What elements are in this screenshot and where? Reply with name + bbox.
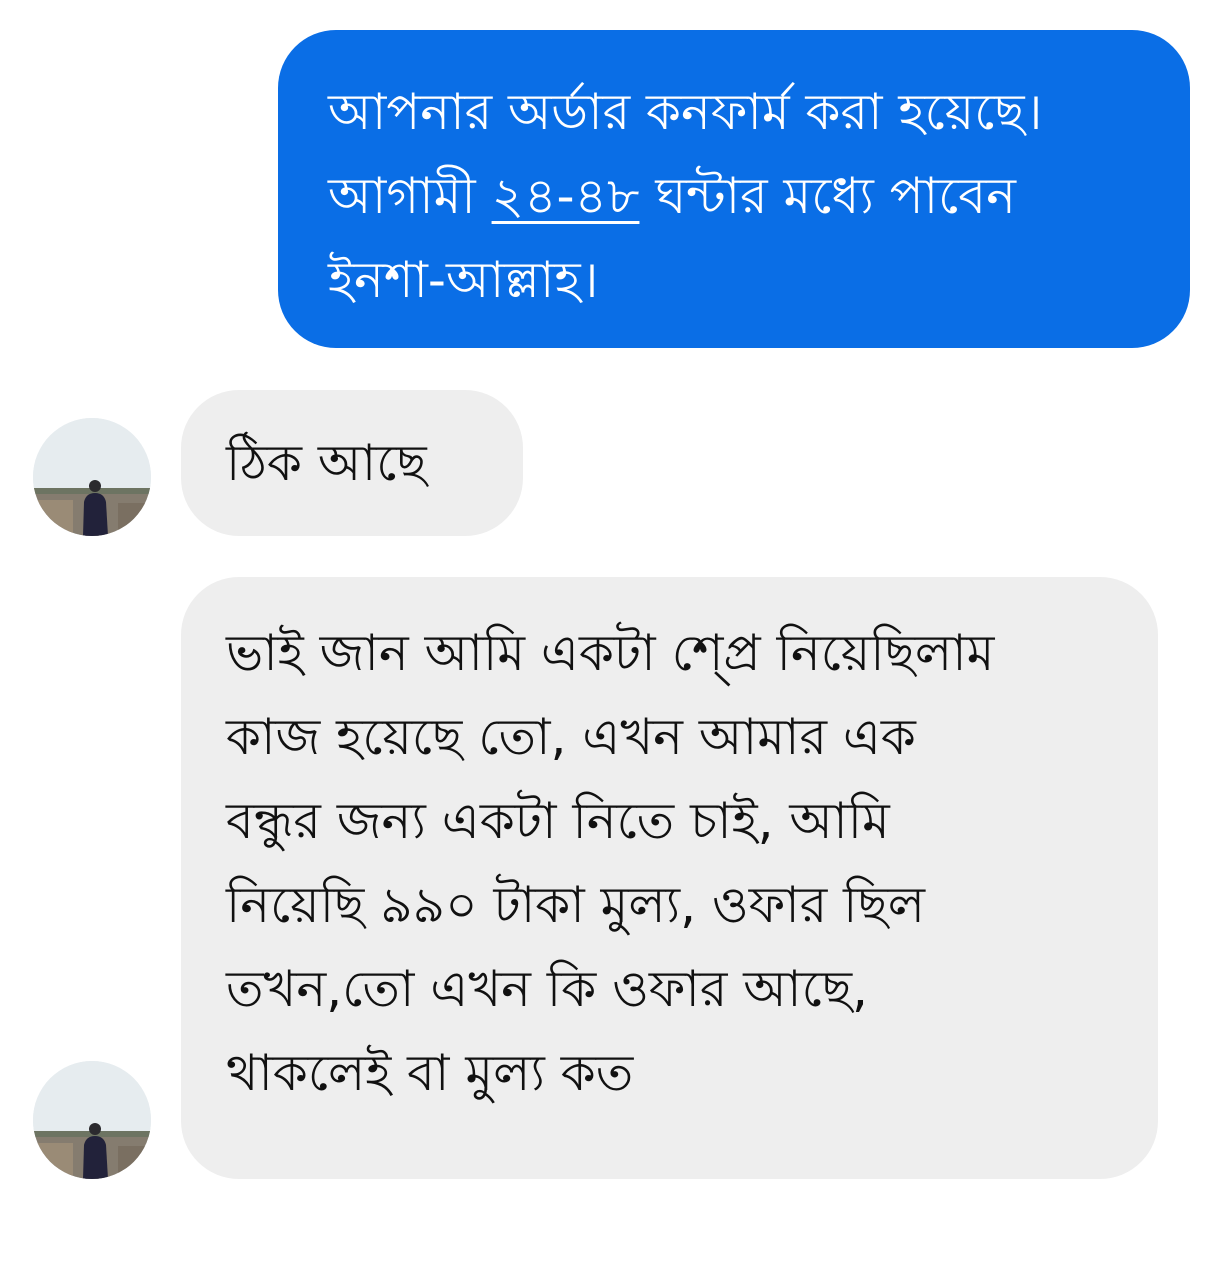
message-line: থাকলেই বা মুল্য কত xyxy=(226,1044,634,1102)
message-text: আগামী xyxy=(328,167,492,225)
message-line: কাজ হয়েছে তো, এখন আমার এক xyxy=(226,708,916,766)
avatar-photo-icon xyxy=(33,418,151,536)
contact-avatar[interactable] xyxy=(33,418,151,536)
message-line: ইনশা-আল্লাহ। xyxy=(328,251,599,309)
message-text: ঘন্টার মধ্যে পাবেন xyxy=(639,167,1016,225)
message-line: তখন,তো এখন কি ওফার আছে, xyxy=(226,960,868,1018)
message-line: আগামী ২৪-৪৮ ঘন্টার মধ্যে পাবেন xyxy=(328,154,1160,238)
message-line: নিয়েছি ৯৯০ টাকা মুল্য, ওফার ছিল xyxy=(226,876,926,934)
outgoing-message-bubble[interactable]: আপনার অর্ডার কনফার্ম করা হয়েছে। আগামী ২… xyxy=(278,30,1190,348)
contact-avatar[interactable] xyxy=(33,1061,151,1179)
phone-number-link[interactable]: ২৪-৪৮ xyxy=(492,167,640,225)
message-line: আপনার অর্ডার কনফার্ম করা হয়েছে। xyxy=(328,83,1043,141)
avatar-photo-icon xyxy=(33,1061,151,1179)
incoming-message-bubble[interactable]: ভাই জান আমি একটা শ্প্রে নিয়েছিলাম কাজ হ… xyxy=(181,577,1158,1179)
message-line: ভাই জান আমি একটা শ্প্রে নিয়েছিলাম xyxy=(226,624,995,682)
message-line: ঠিক আছে xyxy=(226,434,427,492)
incoming-message-bubble[interactable]: ঠিক আছে xyxy=(181,390,523,536)
message-line: বন্ধুর জন্য একটা নিতে চাই, আমি xyxy=(226,792,890,850)
